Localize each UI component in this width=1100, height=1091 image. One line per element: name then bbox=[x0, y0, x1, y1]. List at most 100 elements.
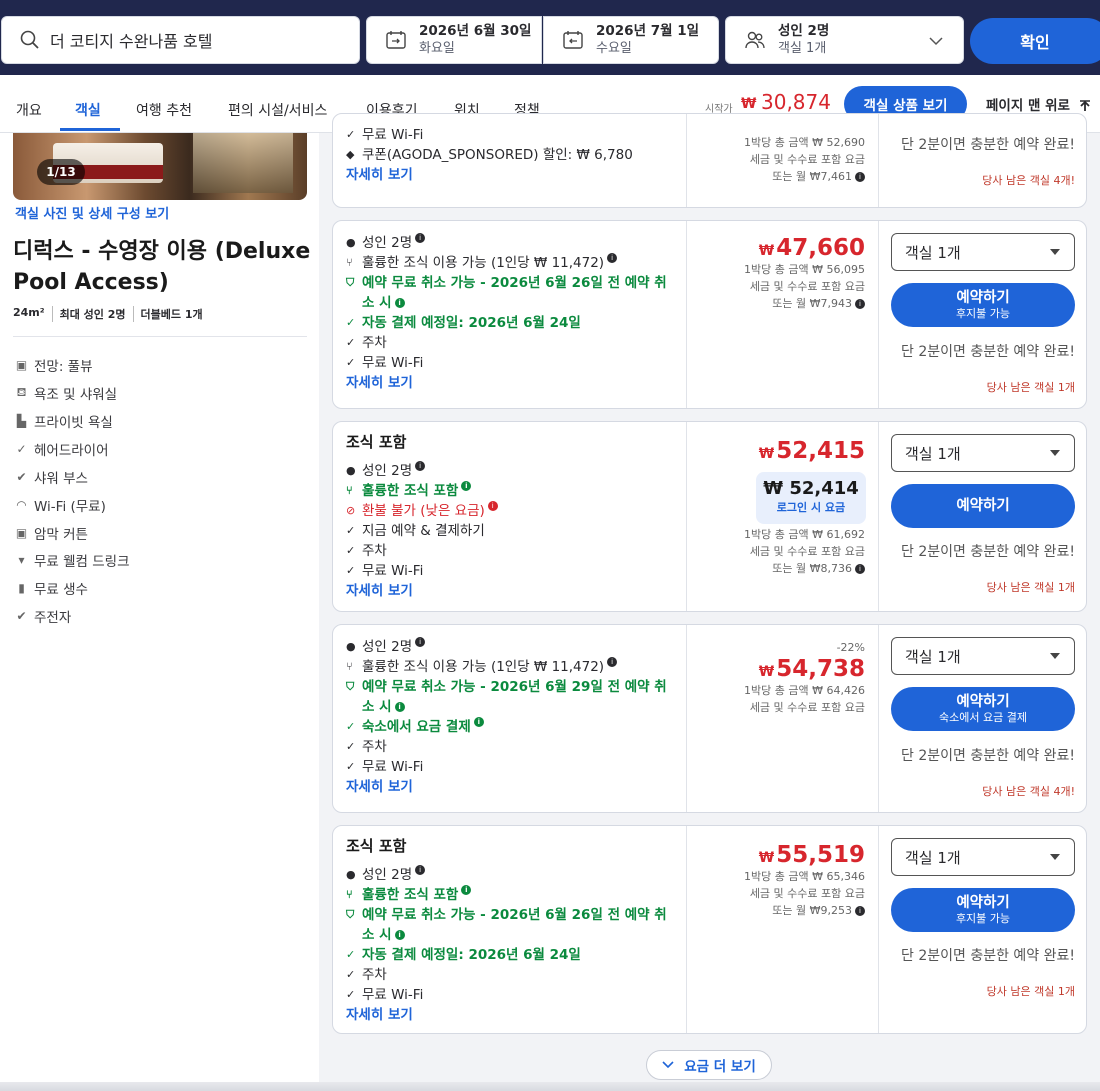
book-button[interactable]: 예약하기 bbox=[891, 484, 1075, 528]
toilet-icon: ▙ bbox=[16, 414, 27, 428]
info-icon[interactable]: i bbox=[394, 298, 405, 308]
check-icon: ✓ bbox=[346, 720, 356, 733]
price-currency: ₩ bbox=[758, 664, 775, 680]
per-night-total: 1박당 총 금액 ₩ 64,426 bbox=[744, 682, 865, 699]
search-query: 더 코티지 수완나품 호텔 bbox=[50, 32, 213, 51]
urgency-text: 단 2분이면 충분한 예약 완료! bbox=[901, 748, 1075, 764]
check-icon: ✓ bbox=[346, 356, 356, 369]
info-icon[interactable]: i bbox=[394, 930, 405, 940]
room-meta: 24m² 최대 성인 2명 더블베드 1개 bbox=[13, 306, 210, 322]
feature-text: 자동 결제 예정일: 2026년 6월 24일 bbox=[362, 315, 581, 331]
column-divider bbox=[686, 422, 687, 611]
guests-field[interactable]: 성인 2명 객실 1개 bbox=[725, 16, 964, 64]
wifi-icon: ◠ bbox=[16, 498, 27, 512]
book-button[interactable]: 예약하기 후지불 가능 bbox=[891, 283, 1075, 327]
details-link[interactable]: 자세히 보기 bbox=[346, 165, 676, 185]
bathtub-icon: ⛾ bbox=[16, 385, 27, 399]
show-more-rates-button[interactable]: 요금 더 보기 bbox=[646, 1050, 772, 1080]
book-button[interactable]: 예약하기 후지불 가능 bbox=[891, 888, 1075, 932]
utensils-icon: ⑂ bbox=[346, 660, 353, 673]
search-input[interactable]: 더 코티지 수완나품 호텔 bbox=[1, 16, 360, 64]
amenity-label: 주전자 bbox=[34, 610, 72, 626]
room-count-select[interactable]: 객실 1개 bbox=[891, 838, 1075, 876]
room-count-select[interactable]: 객실 1개 bbox=[891, 434, 1075, 472]
feature-wifi: ✓ 무료 Wi-Fi bbox=[346, 561, 676, 581]
room-count-select[interactable]: 객실 1개 bbox=[891, 637, 1075, 675]
checkout-field[interactable]: 2026년 7월 1일 수요일 bbox=[543, 16, 719, 64]
feature-parking: ✓ 주차 bbox=[346, 541, 676, 561]
person-icon: ● bbox=[346, 236, 356, 249]
room-photos-link[interactable]: 객실 사진 및 상세 구성 보기 bbox=[15, 203, 169, 222]
info-icon[interactable]: i bbox=[415, 637, 426, 647]
login-price-badge[interactable]: ₩ 52,414 로그인 시 요금 bbox=[756, 472, 866, 524]
info-icon[interactable]: i bbox=[607, 657, 618, 667]
price-currency: ₩ bbox=[758, 850, 775, 866]
back-to-top-link[interactable]: 페이지 맨 위로 bbox=[986, 94, 1091, 114]
select-value: 객실 1개 bbox=[905, 444, 961, 463]
info-icon[interactable]: i bbox=[461, 885, 472, 895]
amenity-item: ✔ 주전자 bbox=[15, 606, 71, 626]
monthly-value: ₩7,461 bbox=[809, 170, 852, 183]
feature-text: 예약 무료 취소 가능 - 2026년 6월 29일 전 예약 취소 시i bbox=[362, 677, 676, 717]
offer-features: ● 성인 2명 i ⑂ 훌륭한 조식 이용 가능 (1인당 ₩ 11,472) i ⛉ 예… bbox=[346, 233, 676, 393]
urgency-text: 단 2분이면 충분한 예약 완료! bbox=[901, 344, 1075, 360]
confirm-button[interactable]: 확인 bbox=[970, 18, 1100, 64]
column-divider bbox=[878, 625, 879, 812]
water-bottle-icon: ▮ bbox=[18, 581, 25, 595]
info-icon[interactable]: i bbox=[855, 564, 865, 574]
details-link[interactable]: 자세히 보기 bbox=[346, 581, 676, 601]
details-link[interactable]: 자세히 보기 bbox=[346, 373, 676, 393]
info-icon[interactable]: i bbox=[473, 717, 484, 727]
details-link[interactable]: 자세히 보기 bbox=[346, 1005, 676, 1025]
urgency-text: 단 2분이면 충분한 예약 완료! bbox=[901, 137, 1075, 153]
price-value: 47,660 bbox=[776, 235, 865, 261]
price-block: ₩55,519 1박당 총 금액 ₩ 65,346 세금 및 수수료 포함 요금… bbox=[744, 842, 865, 919]
book-label: 예약하기 bbox=[956, 497, 1010, 514]
info-icon[interactable]: i bbox=[461, 481, 472, 491]
info-icon[interactable]: i bbox=[394, 702, 405, 712]
room-count-select[interactable]: 객실 1개 bbox=[891, 233, 1075, 271]
offer-features: ● 성인 2명 i ⑂ 훌륭한 조식 이용 가능 (1인당 ₩ 11,472) i ⛉ 예… bbox=[346, 637, 676, 797]
tax-note: 세금 및 수수료 포함 요금 bbox=[749, 545, 865, 558]
offers-panel: ✓ 무료 Wi-Fi ◆ 쿠폰(AGODA_SPONSORED) 할인: ₩ 6,7… bbox=[319, 113, 1100, 1091]
info-icon[interactable]: i bbox=[855, 172, 865, 182]
info-icon[interactable]: i bbox=[415, 865, 426, 875]
amenity-item: ✔ 샤워 부스 bbox=[15, 467, 88, 487]
feature-payment: ✓ 자동 결제 예정일: 2026년 6월 24일 bbox=[346, 945, 676, 965]
offer-price: ₩54,738 bbox=[744, 656, 865, 682]
price-value: 55,519 bbox=[776, 842, 865, 868]
details-link[interactable]: 자세히 보기 bbox=[346, 777, 676, 797]
column-divider bbox=[878, 826, 879, 1033]
feature-text: 무료 Wi-Fi bbox=[362, 759, 424, 775]
tab-recommendations[interactable]: 여행 추천 bbox=[136, 100, 192, 120]
room-photo[interactable]: 1/13 bbox=[13, 133, 307, 200]
price-currency: ₩ bbox=[758, 446, 775, 462]
check-icon: ✓ bbox=[346, 760, 356, 773]
tab-rooms[interactable]: 객실 bbox=[75, 100, 101, 120]
feature-parking: ✓ 주차 bbox=[346, 333, 676, 353]
info-icon[interactable]: i bbox=[415, 233, 426, 243]
tab-facilities[interactable]: 편의 시설/서비스 bbox=[228, 100, 327, 120]
info-icon[interactable]: i bbox=[487, 501, 498, 511]
info-icon[interactable]: i bbox=[415, 461, 426, 471]
shield-check-icon: ⛉ bbox=[346, 680, 355, 693]
offer-features: 조식 포함 ● 성인 2명 i ⑂ 훌륭한 조식 포함 i ⊘ 환불 불가 (낮은 요금)… bbox=[346, 432, 676, 601]
checkin-field[interactable]: 2026년 6월 30일 화요일 bbox=[366, 16, 542, 64]
check-icon: ✓ bbox=[346, 948, 356, 961]
amenity-label: 전망: 풀뷰 bbox=[34, 359, 93, 375]
feature-text: 훌륭한 조식 이용 가능 (1인당 ₩ 11,472) bbox=[362, 659, 605, 675]
monthly-price: 또는 월 ₩7,461 i bbox=[744, 168, 865, 185]
monthly-prefix: 또는 월 bbox=[772, 562, 807, 575]
room-size: 24m² bbox=[13, 306, 45, 319]
dropdown-arrow-icon bbox=[1050, 249, 1060, 255]
feature-text: 주차 bbox=[362, 967, 387, 983]
drink-icon: ▾ bbox=[18, 553, 25, 567]
check-circle-icon: ✔ bbox=[16, 609, 27, 623]
book-button[interactable]: 예약하기 숙소에서 요금 결제 bbox=[891, 687, 1075, 731]
feature-text: 훌륭한 조식 포함 bbox=[362, 887, 459, 903]
info-icon[interactable]: i bbox=[855, 299, 865, 309]
info-icon[interactable]: i bbox=[855, 906, 865, 916]
tab-overview[interactable]: 개요 bbox=[16, 100, 42, 120]
info-icon[interactable]: i bbox=[607, 253, 618, 263]
utensils-icon: ⑂ bbox=[346, 888, 353, 901]
